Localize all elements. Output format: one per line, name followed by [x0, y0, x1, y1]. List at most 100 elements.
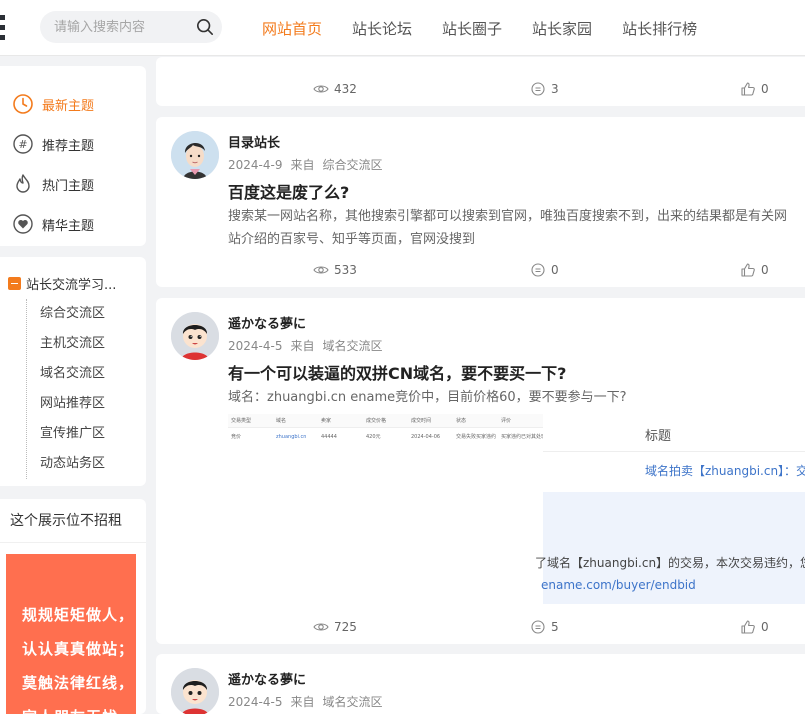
post-image-table[interactable]: 交易类型 域名 卖家 成交价格 成交时间 状态 评价 竞价 zhuangbi.c…	[228, 414, 543, 450]
from-label: 来自	[290, 695, 315, 709]
author-name[interactable]: 目录站长	[228, 135, 391, 153]
top-header: 网站首页 站长论坛 站长圈子 站长家园 站长排行榜	[0, 0, 805, 56]
nav-circle[interactable]: 站长圈子	[442, 18, 502, 39]
post-meta: 2024-4-5 来自 域名交流区	[228, 693, 391, 710]
post-forum-link[interactable]: 域名交流区	[322, 339, 382, 353]
views-value: 533	[334, 263, 357, 277]
views-value: 725	[334, 620, 357, 634]
search-box	[40, 11, 222, 43]
eye-icon	[313, 85, 329, 93]
image-cell: 买家违约已对其处理	[501, 434, 543, 440]
nav-home-community[interactable]: 站长家园	[532, 18, 592, 39]
forum-group-title: 站长交流学习...	[26, 277, 117, 293]
logo-mark[interactable]	[0, 35, 5, 40]
avatar-image	[171, 131, 219, 179]
comments-value: 3	[551, 82, 559, 96]
search-icon[interactable]	[196, 18, 214, 36]
excerpt-line: 搜索某一网站名称，其他搜索引擎都可以搜索到官网，唯独百度搜索不到，出来的结果都是…	[228, 209, 788, 224]
sidebar-menu: 最新主题 # 推荐主题 热门主题 精华主题	[0, 66, 146, 246]
ad-line: 莫触法律红线，	[22, 674, 135, 692]
likes-value: 0	[761, 82, 769, 96]
from-label: 来自	[290, 158, 315, 172]
post-title[interactable]: 百度这是废了么?	[228, 179, 349, 203]
excerpt-line: 站介绍的百家号、知乎等页面，官网没搜到	[228, 232, 476, 247]
image-cell: 交易失败买家违约	[456, 434, 497, 440]
image-cell: 域名	[276, 418, 287, 424]
forum-item-promotion[interactable]: 宣传推广区	[27, 419, 146, 449]
views-value: 432	[334, 82, 357, 96]
avatar[interactable]	[171, 668, 219, 714]
image-notice-url: ename.com/buyer/endbid	[541, 578, 696, 592]
sidebar-item-label: 精华主题	[42, 218, 95, 234]
author-row: 目录站长 2024-4-9 来自 综合交流区	[171, 131, 391, 179]
likes-count[interactable]: 0	[740, 617, 769, 637]
post-card[interactable]: 遥かなる夢に 2024-4-5 来自 域名交流区 有一个可以装逼的双拼CN域名，要不…	[156, 298, 805, 644]
sidebar-item-label: 推荐主题	[42, 138, 95, 154]
post-date: 2024-4-5	[228, 339, 283, 353]
image-cell: 卖家	[321, 418, 332, 424]
image-cell: 成交价格	[366, 418, 387, 424]
forum-item-general[interactable]: 综合交流区	[27, 299, 146, 329]
logo-mark[interactable]	[0, 15, 5, 20]
sidebar-item-recommended[interactable]: # 推荐主题	[0, 124, 146, 164]
thumbs-up-icon	[741, 263, 755, 277]
author-name[interactable]: 遥かなる夢に	[228, 672, 391, 690]
image-notice-box: 了域名【zhuangbi.cn】的交易，本次交易违约，您 ename.com/b…	[535, 492, 805, 604]
image-cell: 44444	[321, 434, 337, 440]
forum-item-site-recommend[interactable]: 网站推荐区	[27, 389, 146, 419]
main-nav: 网站首页 站长论坛 站长圈子 站长家园 站长排行榜	[262, 0, 727, 56]
forum-item-hosting[interactable]: 主机交流区	[27, 329, 146, 359]
post-stats: 725 5 0	[156, 617, 805, 637]
post-excerpt[interactable]: 域名：zhuangbi.cn ename竞价中，目前价格60，要不要参与一下?	[228, 386, 805, 409]
sidebar-item-featured[interactable]: 精华主题	[0, 204, 146, 244]
forum-group-header[interactable]: 站长交流学习...	[0, 271, 146, 295]
comments-count[interactable]: 0	[530, 260, 559, 280]
comment-icon	[531, 263, 545, 277]
ad-line: 家人朋友无忧	[22, 700, 136, 714]
image-cell: 评价	[501, 418, 512, 424]
comments-count[interactable]: 3	[530, 79, 559, 99]
image-table-header: 交易类型 域名 卖家 成交价格 成交时间 状态 评价	[228, 414, 543, 428]
post-title[interactable]: 有一个可以装逼的双拼CN域名，要不要买一下?	[228, 360, 566, 384]
author-row: 遥かなる夢に 2024-4-5 来自 域名交流区	[171, 668, 391, 714]
image-auction-link: 域名拍卖【zhuangbi.cn】：交	[645, 464, 805, 478]
post-excerpt[interactable]: 搜索某一网站名称，其他搜索引擎都可以搜索到官网，唯独百度搜索不到，出来的结果都是…	[228, 205, 805, 251]
post-date: 2024-4-9	[228, 158, 283, 172]
views-count: 725	[313, 617, 357, 637]
post-forum-link[interactable]: 域名交流区	[322, 695, 382, 709]
logo-mark[interactable]	[0, 25, 5, 30]
forum-item-site-news[interactable]: 动态站务区	[27, 449, 146, 479]
image-cell: 交易类型	[231, 418, 252, 424]
post-forum-link[interactable]: 综合交流区	[322, 158, 382, 172]
views-count: 533	[313, 260, 357, 280]
author-name[interactable]: 遥かなる夢に	[228, 316, 391, 334]
sidebar-item-hot[interactable]: 热门主题	[0, 164, 146, 204]
clock-icon	[13, 94, 33, 114]
comments-count[interactable]: 5	[530, 617, 559, 637]
comments-value: 5	[551, 620, 559, 634]
nav-ranking[interactable]: 站长排行榜	[622, 18, 697, 39]
ad-title: 这个展示位不招租	[0, 499, 146, 543]
collapse-icon[interactable]	[8, 276, 21, 290]
avatar[interactable]	[171, 312, 219, 360]
likes-count[interactable]: 0	[740, 260, 769, 280]
sidebar-item-latest[interactable]: 最新主题	[0, 84, 146, 124]
nav-forum[interactable]: 站长论坛	[352, 18, 412, 39]
post-card[interactable]: 432 3 0	[156, 57, 805, 106]
post-image-detail[interactable]: 标题 域名拍卖【zhuangbi.cn】：交 了域名【zhuangbi.cn】的…	[535, 414, 805, 606]
author-row: 遥かなる夢に 2024-4-5 来自 域名交流区	[171, 312, 391, 360]
forum-item-domain[interactable]: 域名交流区	[27, 359, 146, 389]
avatar[interactable]	[171, 131, 219, 179]
thumbs-up-icon	[741, 620, 755, 634]
forum-tree: 站长交流学习... 综合交流区 主机交流区 域名交流区 网站推荐区 宣传推广区 …	[0, 257, 146, 486]
ad-banner[interactable]: 规规矩矩做人， 认认真真做站； 莫触法律红线， 家人朋友无忧	[6, 554, 136, 714]
image-table-row: 竞价 zhuangbi.cn 44444 420元 2024-04-06 交易失…	[228, 428, 543, 446]
search-input[interactable]	[54, 11, 184, 43]
eye-icon	[313, 266, 329, 274]
likes-count[interactable]: 0	[740, 79, 769, 99]
nav-home[interactable]: 网站首页	[262, 18, 322, 39]
post-card[interactable]: 目录站长 2024-4-9 来自 综合交流区 百度这是废了么? 搜索某一网站名称，其…	[156, 117, 805, 287]
image-cell: 成交时间	[411, 418, 432, 424]
post-card[interactable]: 遥かなる夢に 2024-4-5 来自 域名交流区	[156, 654, 805, 714]
comment-icon	[531, 82, 545, 96]
